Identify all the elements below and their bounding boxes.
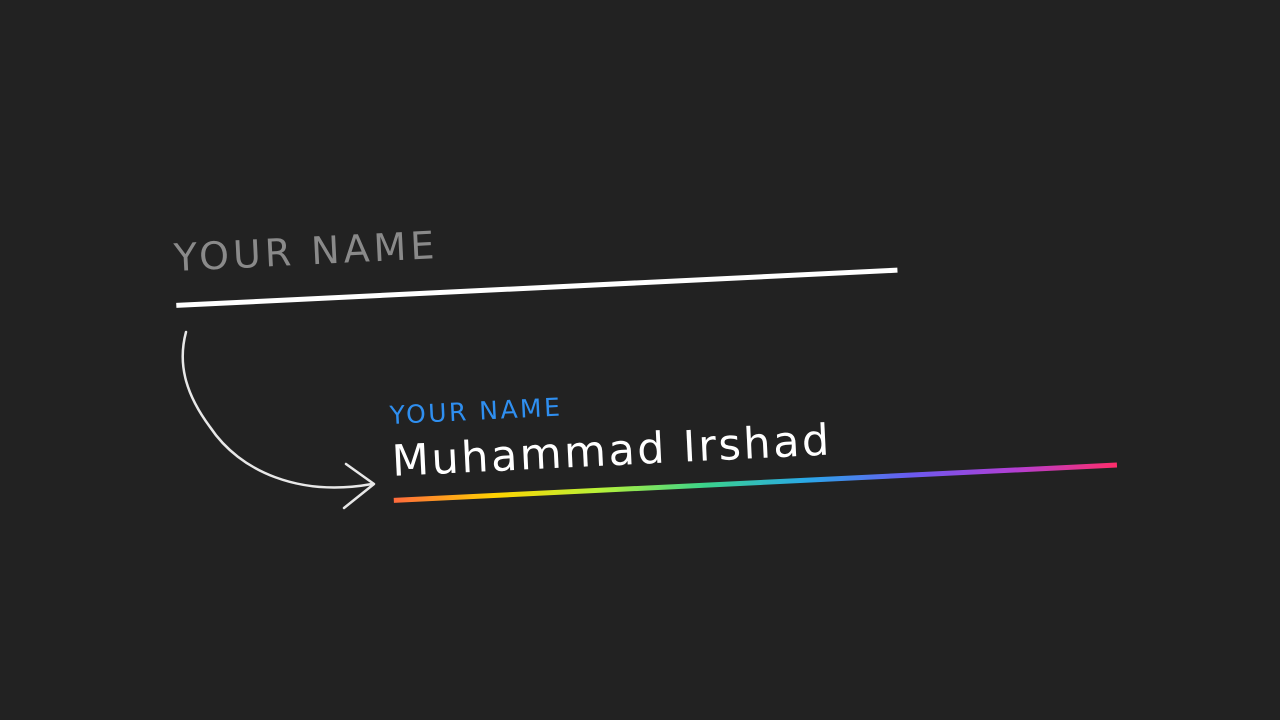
name-placeholder: YOUR NAME bbox=[172, 223, 440, 280]
curved-arrow-icon bbox=[181, 330, 376, 510]
stage: YOUR NAME YOUR NAME Muhammad Irshad bbox=[0, 0, 1280, 720]
name-field-empty[interactable]: YOUR NAME bbox=[173, 203, 898, 308]
name-field-filled[interactable]: YOUR NAME Muhammad Irshad bbox=[389, 367, 1118, 503]
